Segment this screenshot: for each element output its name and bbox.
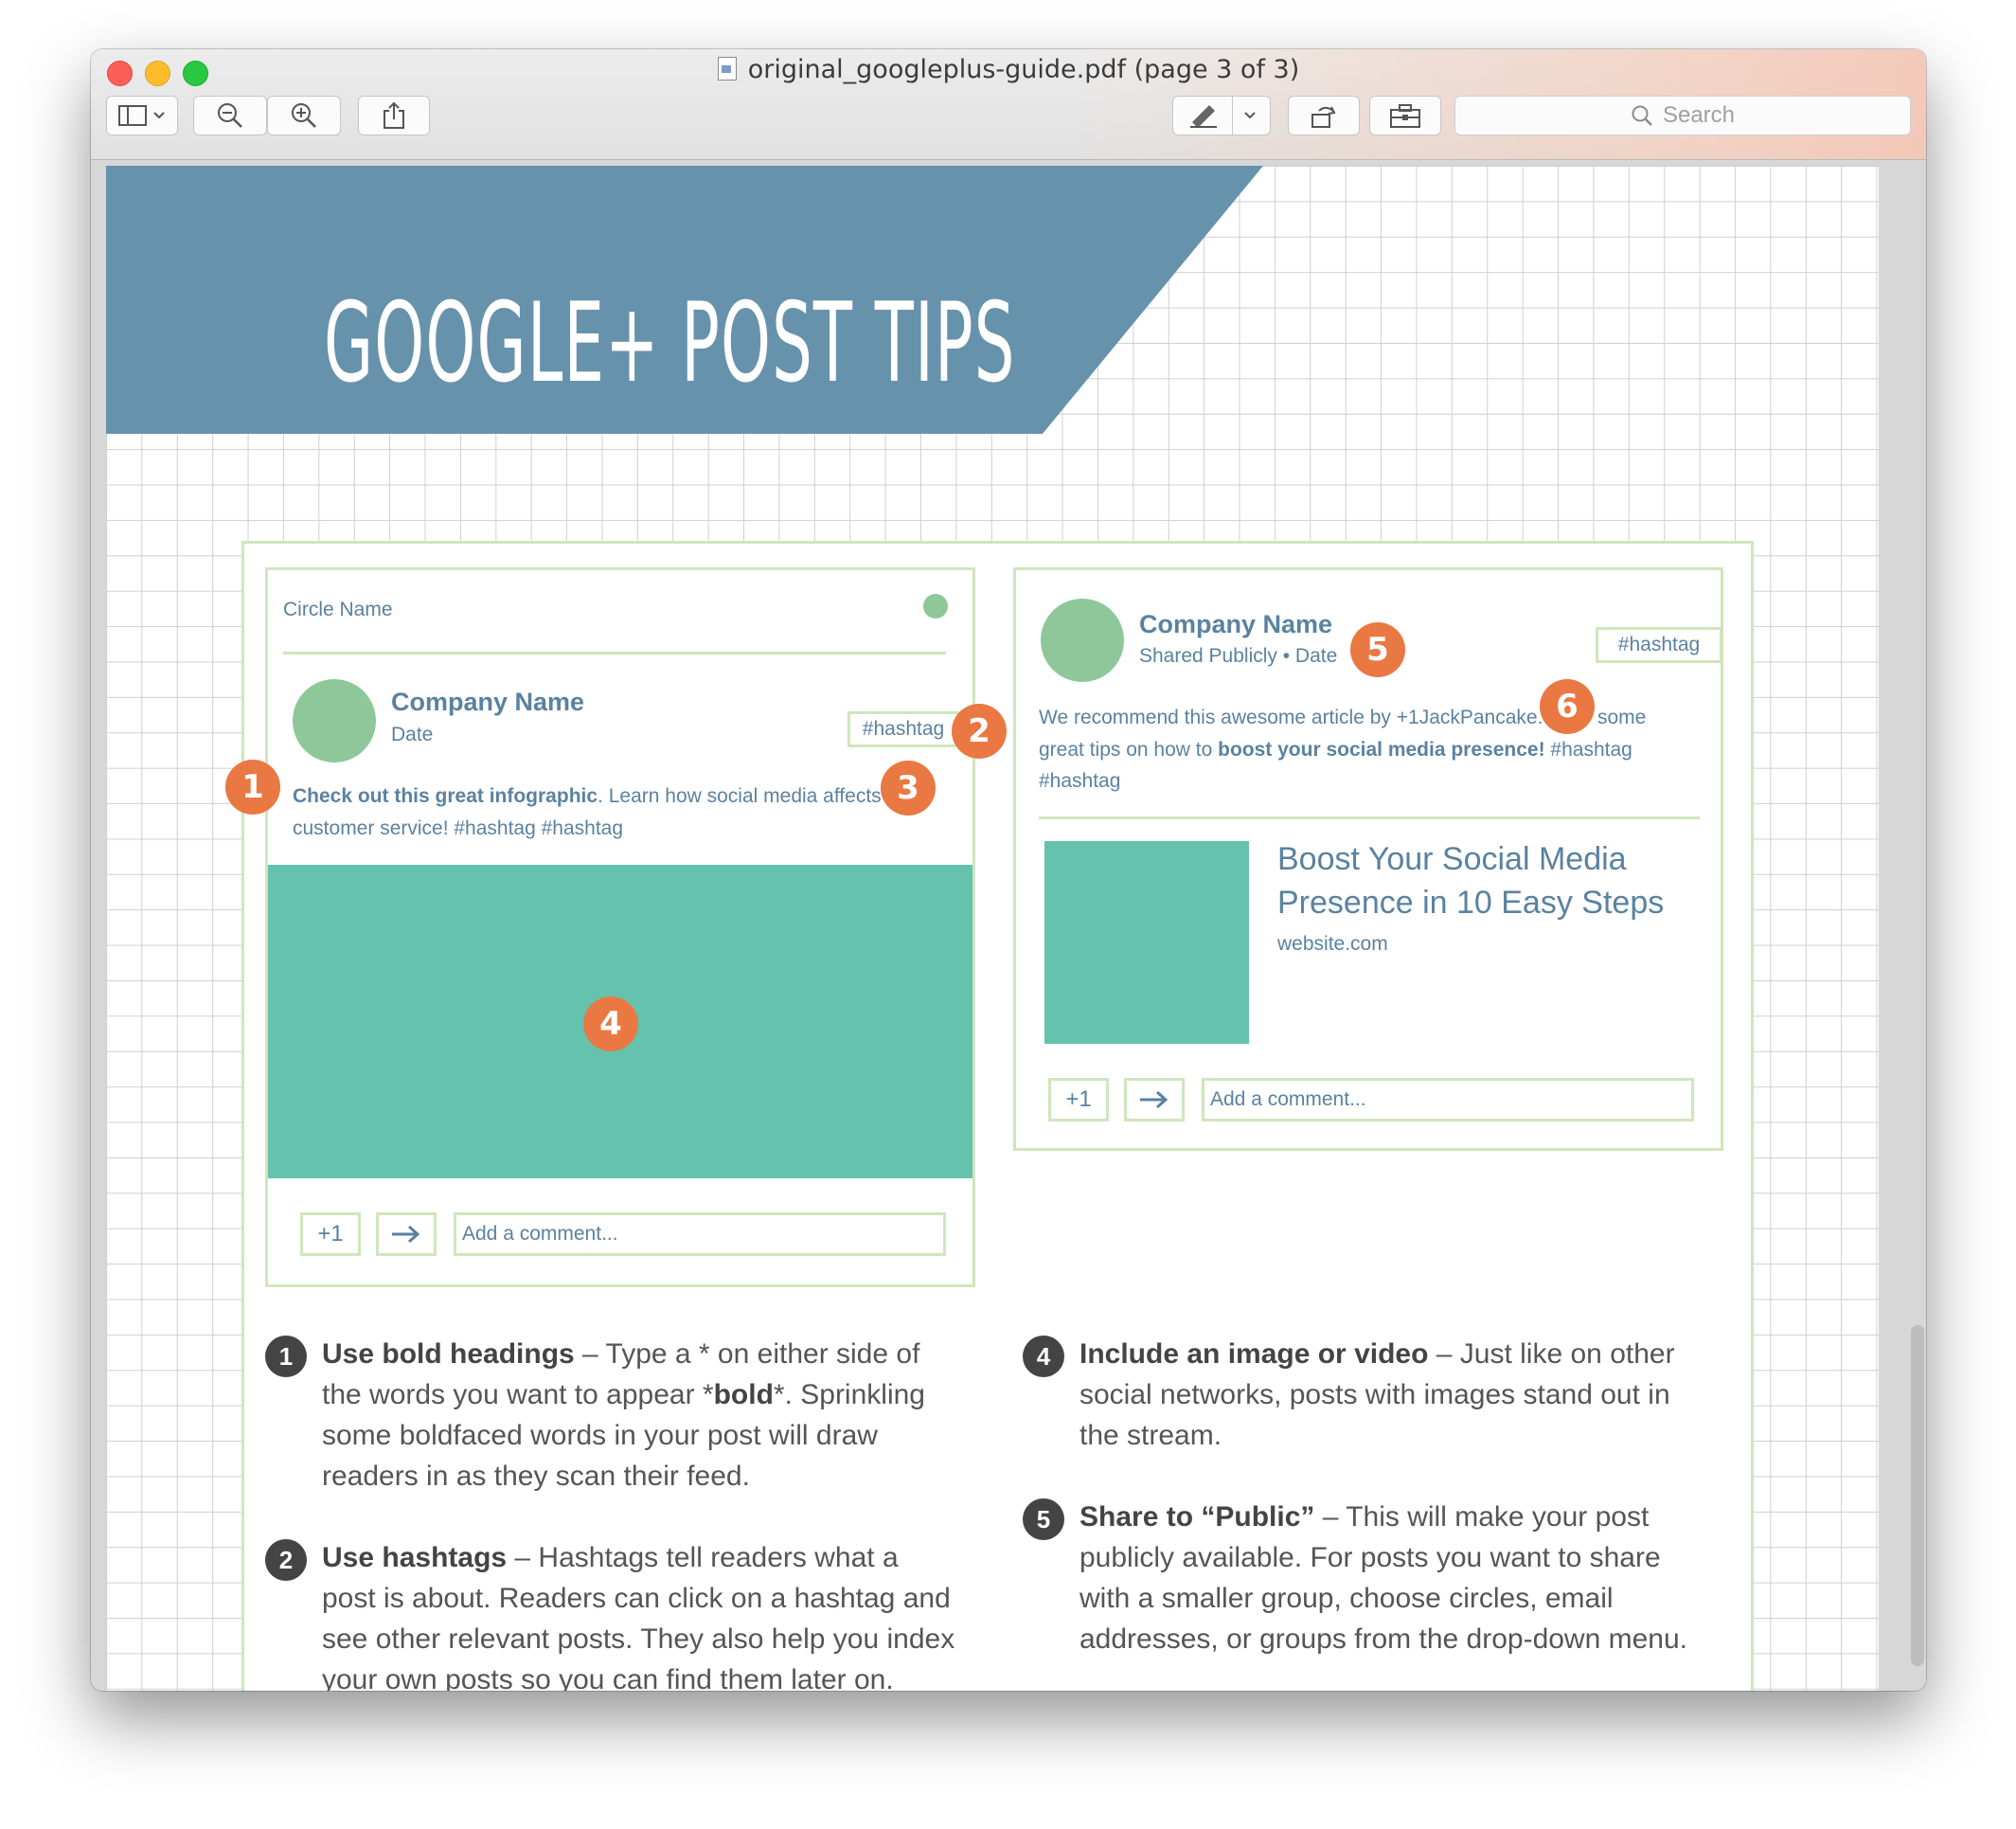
avatar xyxy=(293,679,376,762)
markup-button[interactable] xyxy=(1172,96,1271,135)
callout-badge-1: 1 xyxy=(225,760,280,815)
post-text-bold: boost your social media presence! xyxy=(1218,739,1545,761)
post-text-line-2: great tips on how to boost your social m… xyxy=(1039,739,1632,762)
plus-one-button[interactable]: +1 xyxy=(1048,1078,1109,1121)
chevron-down-icon xyxy=(153,112,165,119)
toolbox-icon xyxy=(1390,104,1420,128)
document-view[interactable]: GOOGLE+ POST TIPS Circle Name Company Na… xyxy=(91,160,1926,1691)
shared-publicly-date: Shared Publicly • Date xyxy=(1139,645,1338,667)
tip-number: 2 xyxy=(265,1539,307,1581)
arrow-right-icon xyxy=(392,1225,420,1244)
share-button[interactable] xyxy=(358,96,430,135)
share-arrow-button[interactable] xyxy=(1124,1078,1185,1121)
post-text-line-1-a: We recommend this awesome article by +1J… xyxy=(1039,707,1543,728)
rotate-button[interactable] xyxy=(1288,96,1360,135)
tip-heading: Include an image or video xyxy=(1079,1338,1429,1370)
window-title: original_googleplus-guide.pdf (page 3 of… xyxy=(91,55,1926,84)
share-arrow-button[interactable] xyxy=(376,1212,437,1256)
card-divider xyxy=(283,652,946,654)
title-bar: original_googleplus-guide.pdf (page 3 of… xyxy=(91,49,1926,160)
callout-badge-4: 4 xyxy=(583,996,638,1051)
callout-badge-3: 3 xyxy=(881,761,936,816)
markup-pen-icon xyxy=(1190,105,1217,128)
post-text-line-2: customer service! #hashtag #hashtag xyxy=(293,817,624,839)
tip-number: 5 xyxy=(1023,1498,1064,1540)
arrow-right-icon xyxy=(1140,1090,1169,1109)
link-thumbnail xyxy=(1044,841,1249,1044)
zoom-out-icon xyxy=(218,103,242,128)
tip-heading: Use hashtags xyxy=(322,1542,508,1573)
zoom-in-icon xyxy=(292,103,316,128)
pdf-page: GOOGLE+ POST TIPS Circle Name Company Na… xyxy=(106,166,1879,1691)
link-domain: website.com xyxy=(1277,933,1388,955)
chevron-down-icon xyxy=(1244,112,1256,119)
post-text-plain: great tips on how to xyxy=(1039,739,1219,761)
search-field[interactable]: Search xyxy=(1454,96,1911,135)
zoom-in-button[interactable] xyxy=(267,96,341,135)
post-card-example-1: Circle Name Company Name Date #hashtag C… xyxy=(265,567,975,1287)
company-name: Company Name xyxy=(391,688,585,716)
rotate-icon xyxy=(1311,106,1336,128)
post-text-rest: . Learn how social media affects xyxy=(598,785,882,807)
avatar xyxy=(1041,599,1124,682)
tip-number: 4 xyxy=(1023,1336,1064,1377)
post-text-bold: Check out this great infographic xyxy=(293,785,598,807)
comment-input[interactable]: Add a comment... xyxy=(454,1212,946,1256)
tip-text: Use hashtags – Hashtags tell readers wha… xyxy=(322,1537,956,1691)
callout-badge-2: 2 xyxy=(952,704,1007,759)
link-title-line-2[interactable]: Presence in 10 Easy Steps xyxy=(1277,885,1664,922)
tip-text: Share to “Public” – This will make your … xyxy=(1079,1497,1714,1659)
post-text-line-1-b: some xyxy=(1597,707,1647,728)
vertical-scrollbar[interactable] xyxy=(1911,1325,1924,1666)
status-dot xyxy=(923,594,948,619)
card-divider xyxy=(1039,816,1700,819)
tip-heading: Use bold headings xyxy=(322,1338,575,1370)
pdf-document-icon xyxy=(717,57,737,81)
post-text-line-1: Check out this great infographic. Learn … xyxy=(293,785,882,808)
tip-heading: Share to “Public” xyxy=(1079,1501,1315,1533)
circle-name: Circle Name xyxy=(283,599,393,620)
search-icon xyxy=(1632,105,1652,126)
plus-one-button[interactable]: +1 xyxy=(300,1212,361,1256)
post-text-line-3: #hashtag xyxy=(1039,770,1121,792)
preview-window: original_googleplus-guide.pdf (page 3 of… xyxy=(91,49,1926,1691)
toolbox-button[interactable] xyxy=(1369,96,1441,135)
tip-text: Include an image or video – Just like on… xyxy=(1079,1334,1714,1456)
tip-text: Use bold headings – Type a * on either s… xyxy=(322,1334,956,1497)
tip-bold-word: bold xyxy=(713,1379,774,1410)
page-title: GOOGLE+ POST TIPS xyxy=(324,279,1016,407)
link-title-line-1[interactable]: Boost Your Social Media xyxy=(1277,841,1627,878)
post-text-hashtag: #hashtag xyxy=(1544,739,1632,761)
callout-badge-6: 6 xyxy=(1540,679,1595,734)
window-title-text: original_googleplus-guide.pdf (page 3 of… xyxy=(747,55,1300,84)
zoom-out-button[interactable] xyxy=(193,96,267,135)
hashtag-tag: #hashtag xyxy=(847,711,959,747)
sidebar-toggle-button[interactable] xyxy=(106,96,178,135)
company-name: Company Name xyxy=(1139,610,1333,638)
search-placeholder: Search xyxy=(1662,102,1736,128)
callout-badge-5: 5 xyxy=(1350,622,1405,677)
comment-input[interactable]: Add a comment... xyxy=(1202,1078,1694,1121)
hashtag-tag: #hashtag xyxy=(1596,627,1722,663)
post-date: Date xyxy=(391,724,434,745)
tip-number: 1 xyxy=(265,1336,307,1377)
share-icon xyxy=(384,101,404,129)
sidebar-icon xyxy=(118,105,147,126)
